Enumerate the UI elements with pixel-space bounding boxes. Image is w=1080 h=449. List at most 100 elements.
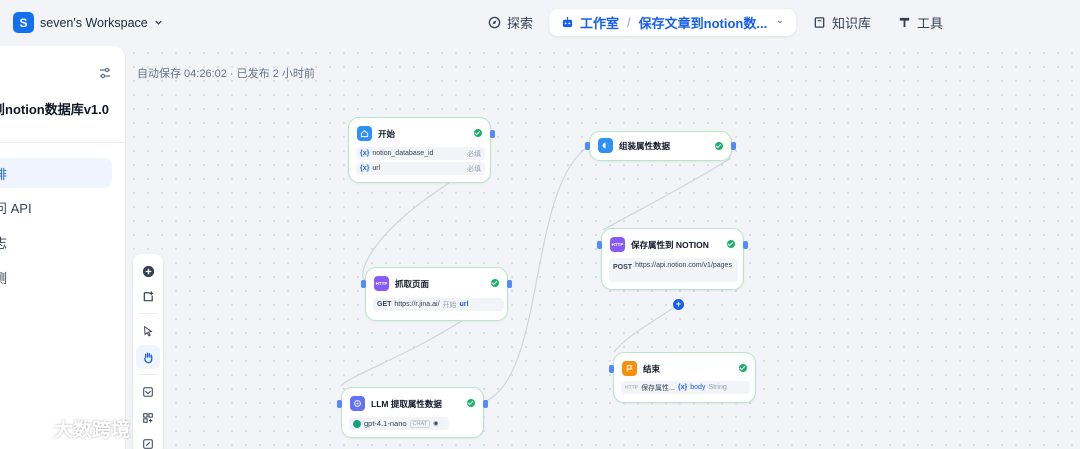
sidebar-divider bbox=[0, 142, 125, 143]
llm-model-name: gpt-4.1-nano bbox=[364, 419, 407, 428]
sidebar-item-label: 排 bbox=[0, 164, 7, 183]
fetch-request-row: GET https://r.jina.ai/ 开始 url bbox=[373, 298, 504, 311]
success-check-icon bbox=[467, 399, 475, 407]
node-end-title: 结束 bbox=[643, 363, 661, 374]
nav-tools[interactable]: 工具 bbox=[898, 13, 943, 32]
sidebar-item-api-access[interactable]: 问 API bbox=[0, 192, 112, 222]
http-method: GET bbox=[377, 301, 392, 308]
watermark-logo-icon bbox=[8, 416, 46, 438]
success-check-icon bbox=[474, 129, 482, 137]
node-end[interactable]: 结束 HTTP 保存属性... {x} body String bbox=[609, 352, 756, 403]
output-port[interactable] bbox=[731, 142, 736, 150]
end-output-var: body bbox=[690, 384, 706, 391]
add-node-tool[interactable] bbox=[136, 259, 160, 283]
start-var-row: {x} notion_database_id 必填 bbox=[356, 147, 485, 160]
sidebar-item-monitoring[interactable]: 测 bbox=[0, 262, 112, 292]
sidebar-item-logs[interactable]: 志 bbox=[0, 227, 112, 257]
export-image-tool[interactable] bbox=[136, 380, 160, 404]
node-fetch-header: HTTP 抓取页面 bbox=[374, 276, 429, 291]
node-llm-extract[interactable]: LLM 提取属性数据 gpt-4.1-nano CHAT ◉ bbox=[337, 387, 488, 438]
success-check-icon bbox=[715, 142, 723, 150]
fit-view-tool[interactable] bbox=[136, 432, 160, 449]
nav-knowledge[interactable]: 知识库 bbox=[813, 13, 871, 32]
output-port[interactable] bbox=[490, 130, 495, 138]
grid-layout-icon bbox=[143, 413, 153, 423]
input-port[interactable] bbox=[337, 400, 342, 408]
input-port[interactable] bbox=[585, 142, 590, 150]
breadcrumb-separator: / bbox=[627, 15, 631, 30]
output-port[interactable] bbox=[483, 400, 488, 408]
output-port[interactable] bbox=[743, 241, 748, 249]
app-switcher-chevron-icon[interactable]: ⌄ bbox=[776, 15, 784, 26]
toolbar-divider bbox=[139, 374, 157, 375]
http-method: POST bbox=[613, 264, 633, 271]
image-download-icon bbox=[143, 387, 153, 397]
start-var-row: {x} url 必填 bbox=[356, 162, 485, 175]
edge-assemble-save bbox=[602, 157, 732, 231]
workspace-switcher[interactable]: S seven's Workspace bbox=[13, 12, 163, 33]
edge-fetch-llm bbox=[340, 319, 464, 387]
sidebar-item-label: 问 API bbox=[0, 200, 32, 216]
node-assemble-properties[interactable]: 组装属性数据 bbox=[585, 131, 736, 161]
reference-variable: url bbox=[459, 301, 469, 308]
node-save-title: 保存属性到 NOTION bbox=[631, 239, 709, 250]
nav-explore[interactable]: 探索 bbox=[488, 13, 533, 32]
sidebar-item-label: 志 bbox=[0, 233, 7, 252]
variable-icon: {x} bbox=[360, 165, 370, 172]
success-check-icon bbox=[491, 279, 499, 287]
hand-tool[interactable] bbox=[136, 345, 160, 369]
node-end-header: 结束 bbox=[622, 361, 660, 376]
save-request-row: POST https://api.notion.com/v1/pages bbox=[609, 258, 738, 282]
workspace-name: seven's Workspace bbox=[40, 15, 148, 30]
output-port[interactable] bbox=[507, 280, 512, 288]
input-port[interactable] bbox=[609, 365, 614, 373]
node-assemble-header: 组装属性数据 bbox=[598, 138, 670, 153]
sliders-icon[interactable] bbox=[98, 66, 112, 80]
maximize-icon bbox=[143, 439, 153, 449]
success-check-icon bbox=[727, 240, 735, 248]
http-small-icon: HTTP bbox=[625, 384, 639, 391]
request-url: https://api.notion.com/v1/pages bbox=[635, 262, 732, 269]
input-port[interactable] bbox=[597, 241, 602, 249]
llm-mode-badge: CHAT bbox=[409, 419, 431, 428]
reference-node: 开始 bbox=[442, 301, 457, 309]
add-note-tool[interactable] bbox=[136, 284, 160, 308]
sidebar-item-orchestrate[interactable]: 排 bbox=[0, 158, 112, 188]
end-output-row: HTTP 保存属性... {x} body String bbox=[621, 381, 750, 394]
variable-icon: {x} bbox=[360, 150, 370, 157]
current-app-name: 保存文章到notion数... bbox=[638, 16, 768, 31]
pointer-tool[interactable] bbox=[136, 319, 160, 343]
edge-start-fetch bbox=[362, 182, 450, 281]
workspace-avatar: S bbox=[13, 12, 34, 33]
start-var-tag: 必填 bbox=[467, 150, 481, 158]
edge-save-end bbox=[613, 303, 680, 353]
openai-icon bbox=[353, 419, 361, 428]
http-icon: HTTP bbox=[374, 276, 389, 291]
start-var-tag: 必填 bbox=[467, 165, 481, 173]
workflow-canvas[interactable]: 自动保存 04:26:02 · 已发布 2 小时前 开始 {x} notion_… bbox=[127, 46, 1080, 449]
plus-circle-icon bbox=[142, 265, 154, 277]
watermark: 大数跨境 bbox=[8, 414, 130, 442]
code-icon bbox=[598, 138, 613, 153]
nav-studio[interactable]: 工作室 / 保存文章到notion数... ⌄ bbox=[549, 9, 796, 36]
node-fetch-page[interactable]: HTTP 抓取页面 GET https://r.jina.ai/ 开始 url bbox=[361, 267, 512, 321]
sticky-note-icon bbox=[143, 290, 153, 301]
add-node-button[interactable]: + bbox=[673, 299, 684, 310]
organize-blocks-tool[interactable] bbox=[136, 406, 160, 430]
nav-knowledge-label: 知识库 bbox=[832, 16, 872, 31]
start-var-name: notion_database_id bbox=[372, 150, 434, 157]
home-icon bbox=[357, 126, 372, 141]
node-start[interactable]: 开始 {x} notion_database_id 必填 {x} url 必填 bbox=[348, 117, 495, 183]
canvas-toolbar bbox=[133, 254, 163, 449]
input-port[interactable] bbox=[361, 280, 366, 288]
top-navigation-bar: S seven's Workspace 探索 工作室 / 保存文章到notion… bbox=[0, 0, 1080, 46]
node-start-header: 开始 bbox=[357, 126, 395, 141]
llm-icon bbox=[350, 396, 365, 411]
request-url: https://r.jina.ai/ bbox=[394, 301, 440, 308]
llm-model-row[interactable]: gpt-4.1-nano CHAT ◉ bbox=[349, 417, 449, 430]
node-save-header: HTTP 保存属性到 NOTION bbox=[610, 237, 709, 252]
hammer-icon bbox=[899, 17, 910, 28]
node-llm-title: LLM 提取属性数据 bbox=[371, 398, 442, 409]
node-save-notion[interactable]: HTTP 保存属性到 NOTION POST https://api.notio… bbox=[597, 228, 748, 290]
watermark-text: 大数跨境 bbox=[54, 419, 131, 441]
